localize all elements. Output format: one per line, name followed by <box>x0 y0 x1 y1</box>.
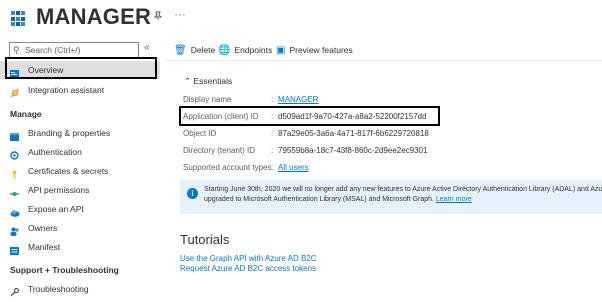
highlight-overview <box>5 57 157 79</box>
endpoints-button[interactable]: 🌐 Endpoints <box>218 42 272 59</box>
sidebar-item-owners[interactable]: Owners <box>0 219 160 237</box>
chevron-up-icon: ⌃ <box>184 76 192 86</box>
account-types-link[interactable]: All users <box>278 163 309 172</box>
manifest-icon <box>10 243 19 255</box>
sidebar-item-integration-assistant[interactable]: Integration assistant <box>0 81 160 99</box>
sidebar-item-api-permissions[interactable]: API permissions <box>0 181 160 199</box>
banner-message: Starting June 30th, 2020 we will no long… <box>204 185 602 205</box>
wrench-icon <box>10 285 20 297</box>
preview-label: Preview features <box>289 45 353 55</box>
pin-icon[interactable] <box>153 11 163 24</box>
delete-button[interactable]: 🗑 Delete <box>174 42 215 59</box>
cloud-icon <box>10 205 20 217</box>
learn-more-link[interactable]: Learn more <box>436 196 472 203</box>
display-name-link[interactable]: MANAGER <box>278 95 318 104</box>
banner-line-2: upgraded to Microsoft Authentication Lib… <box>204 196 434 203</box>
page-title: MANAGER <box>36 4 152 29</box>
sidebar-item-troubleshooting[interactable]: Troubleshooting <box>0 280 160 298</box>
owners-icon <box>10 224 19 236</box>
tutorial-link[interactable]: Request Azure AD B2C access tokens <box>180 264 316 273</box>
sidebar-item-label: Troubleshooting <box>28 284 89 294</box>
key-icon <box>10 167 19 179</box>
tutorials-heading: Tutorials <box>180 232 230 247</box>
sidebar-item-branding[interactable]: Branding & properties <box>0 124 160 142</box>
toolbar-divider <box>166 60 602 61</box>
sidebar-item-label: Expose an API <box>28 204 84 214</box>
essentials-separator: : <box>271 129 274 138</box>
search-placeholder: Search (Ctrl+/) <box>25 45 81 55</box>
sidebar-item-label: API permissions <box>28 185 90 195</box>
section-support: Support + Troubleshooting <box>10 265 119 275</box>
endpoints-label: Endpoints <box>234 45 273 55</box>
sidebar-item-label: Integration assistant <box>28 85 105 95</box>
sidebar-item-label: Manifest <box>28 242 61 252</box>
collapse-sidebar-button[interactable]: « <box>144 42 150 53</box>
sidebar-item-expose-api[interactable]: Expose an API <box>0 200 160 218</box>
sidebar-item-label: Authentication <box>28 147 82 157</box>
info-banner: i Starting June 30th, 2020 we will no lo… <box>180 180 602 214</box>
essentials-separator: : <box>271 163 274 172</box>
sidebar-item-label: Branding & properties <box>28 128 111 138</box>
essentials-label: Display name <box>183 95 232 104</box>
app-registration-icon <box>11 11 27 27</box>
api-icon <box>10 186 19 196</box>
essentials-label: Application (client) ID <box>183 112 259 121</box>
sidebar-item-certificates[interactable]: Certificates & secrets <box>0 162 160 180</box>
sidebar-item-manifest[interactable]: Manifest <box>0 238 160 256</box>
sidebar-item-authentication[interactable]: Authentication <box>0 143 160 161</box>
preview-icon: ▣ <box>276 45 286 56</box>
essentials-toggle[interactable]: ⌃ Essentials <box>184 76 232 87</box>
info-icon: i <box>187 188 198 199</box>
authentication-icon <box>10 148 19 160</box>
tutorial-link[interactable]: Use the Graph API with Azure AD B2C <box>180 254 317 263</box>
sidebar-item-label: Certificates & secrets <box>28 166 109 176</box>
essentials-separator: : <box>271 95 274 104</box>
delete-label: Delete <box>190 45 216 55</box>
branding-icon <box>10 129 19 141</box>
essentials-label: Supported account types <box>183 163 272 172</box>
tenant-id-value[interactable]: 79559b8a-18c7-43f8-860c-2d9ee2ec9301 <box>278 146 427 155</box>
client-id-value[interactable]: d509ad1f-9a70-427a-a8a2-52200f2157dd <box>278 112 427 121</box>
search-icon: ⚲ <box>13 45 20 55</box>
more-options-icon[interactable]: ··· <box>174 7 186 21</box>
essentials-separator: : <box>271 146 274 155</box>
preview-features-button[interactable]: ▣ Preview features <box>276 42 353 59</box>
sidebar-item-label: Owners <box>28 223 58 233</box>
rocket-icon <box>10 86 19 98</box>
essentials-separator: : <box>271 112 274 121</box>
object-id-value[interactable]: 87a29e05-3a6a-4a71-817f-6b6229720818 <box>278 129 429 138</box>
globe-icon: 🌐 <box>218 45 231 56</box>
essentials-label: Object ID <box>183 129 217 138</box>
essentials-label: Directory (tenant) ID <box>183 146 256 155</box>
section-manage: Manage <box>10 109 42 119</box>
blade-header: MANAGER ··· <box>0 0 602 36</box>
banner-line-1: Starting June 30th, 2020 we will no long… <box>204 186 602 193</box>
essentials-heading: Essentials <box>193 76 233 86</box>
trash-icon: 🗑 <box>174 45 187 56</box>
